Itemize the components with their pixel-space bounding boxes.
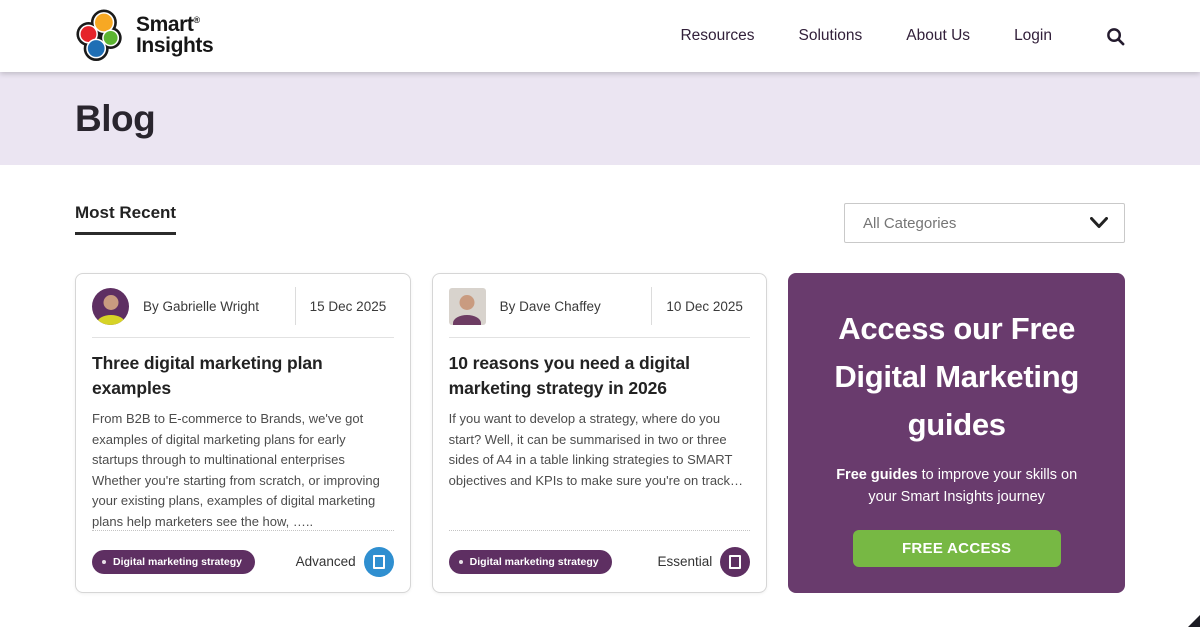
post-footer: Digital marketing strategy Essential	[449, 530, 751, 592]
author-avatar	[449, 288, 486, 325]
nav-item-solutions[interactable]: Solutions	[799, 27, 863, 45]
post-title[interactable]: 10 reasons you need a digital marketing …	[433, 338, 767, 400]
search-icon[interactable]	[1106, 27, 1125, 46]
meta-divider	[651, 287, 652, 325]
blog-toolbar: Most Recent All Categories	[75, 165, 1125, 243]
chevron-down-icon	[1090, 217, 1108, 229]
site-header: Smart® Insights Resources Solutions Abou…	[0, 0, 1200, 72]
category-filter-value: All Categories	[863, 215, 956, 232]
page-banner: Blog	[0, 72, 1200, 165]
post-level-label: Essential	[658, 554, 713, 569]
main-nav: Resources Solutions About Us Login	[680, 27, 1125, 46]
free-access-button[interactable]: FREE ACCESS	[853, 530, 1061, 567]
post-meta-row: By Dave Chaffey 10 Dec 2025	[433, 274, 767, 337]
post-author[interactable]: By Dave Chaffey	[500, 299, 638, 314]
post-level-label: Advanced	[296, 554, 356, 569]
blog-post-card[interactable]: By Dave Chaffey 10 Dec 2025 10 reasons y…	[432, 273, 768, 593]
promo-title: Access our Free Digital Marketing guides	[814, 305, 1099, 449]
post-author[interactable]: By Gabrielle Wright	[143, 299, 281, 314]
guide-book-icon	[720, 547, 750, 577]
post-excerpt: If you want to develop a strategy, where…	[433, 400, 767, 491]
free-guides-promo-card[interactable]: Access our Free Digital Marketing guides…	[788, 273, 1125, 593]
corner-widget-icon[interactable]	[1188, 615, 1200, 627]
post-date: 15 Dec 2025	[310, 299, 394, 314]
page-title: Blog	[75, 98, 155, 140]
nav-item-about-us[interactable]: About Us	[906, 27, 970, 45]
brand-logo[interactable]: Smart® Insights	[75, 9, 213, 63]
nav-item-resources[interactable]: Resources	[680, 27, 754, 45]
post-level: Advanced	[296, 547, 394, 577]
post-title[interactable]: Three digital marketing plan examples	[76, 338, 410, 400]
smart-insights-logo-icon	[75, 9, 127, 63]
blog-post-grid: By Gabrielle Wright 15 Dec 2025 Three di…	[75, 273, 1125, 593]
brand-wordmark: Smart® Insights	[136, 15, 213, 56]
nav-item-login[interactable]: Login	[1014, 27, 1052, 45]
meta-divider	[295, 287, 296, 325]
post-level: Essential	[658, 547, 751, 577]
tag-dot-icon	[459, 560, 463, 564]
promo-subtitle: Free guides to improve your skills on yo…	[814, 465, 1099, 509]
guide-book-icon	[364, 547, 394, 577]
tag-dot-icon	[102, 560, 106, 564]
post-excerpt: From B2B to E-commerce to Brands, we've …	[76, 400, 410, 532]
category-filter-dropdown[interactable]: All Categories	[844, 203, 1125, 243]
post-tag[interactable]: Digital marketing strategy	[449, 550, 612, 574]
post-tag[interactable]: Digital marketing strategy	[92, 550, 255, 574]
tab-most-recent[interactable]: Most Recent	[75, 203, 176, 235]
registered-mark: ®	[194, 15, 200, 25]
blog-post-card[interactable]: By Gabrielle Wright 15 Dec 2025 Three di…	[75, 273, 411, 593]
post-meta-row: By Gabrielle Wright 15 Dec 2025	[76, 274, 410, 337]
post-date: 10 Dec 2025	[666, 299, 750, 314]
author-avatar	[92, 288, 129, 325]
post-footer: Digital marketing strategy Advanced	[92, 530, 394, 592]
